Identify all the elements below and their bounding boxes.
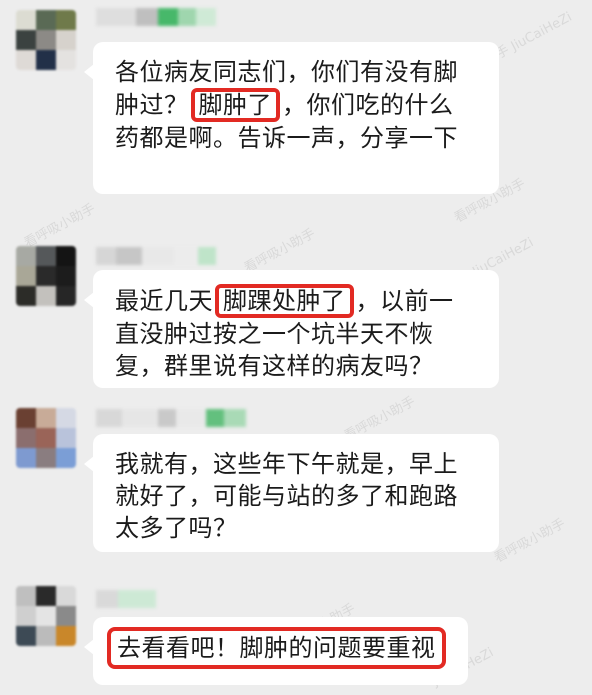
sender-name (96, 8, 216, 26)
highlighted-text: 去看看吧！脚肿的问题要重视 (107, 627, 446, 669)
avatar[interactable] (16, 586, 76, 646)
sender-name (96, 247, 216, 265)
avatar[interactable] (16, 10, 76, 70)
message-bubble[interactable]: 最近几天 脚踝处肿了 ，以前一直没肿过按之一个坑半天不恢复，群里说有这样的病友吗？ (84, 270, 499, 388)
message-text: 我就有，这些年下午就是，早上就好了，可能与站的多了和跑路太多了吗？ (115, 450, 458, 542)
watermark: 看呼吸小助手 (21, 201, 98, 252)
sender-name (96, 409, 246, 427)
watermark: 看呼吸小助手 (491, 516, 568, 567)
avatar[interactable] (16, 246, 76, 306)
message-bubble[interactable]: 去看看吧！脚肿的问题要重视 (84, 617, 468, 685)
message-bubble[interactable]: 我就有，这些年下午就是，早上就好了，可能与站的多了和跑路太多了吗？ (84, 434, 499, 552)
chat-conversation: 看呼吸小助手 JiuCaiHeZi 看呼吸小助手 JiuCaiHeZi 看呼吸小… (0, 0, 592, 695)
watermark: 看呼吸小助手 (241, 226, 318, 277)
highlighted-text: 脚肿了 (190, 88, 280, 122)
message-text: 最近几天 (115, 287, 213, 315)
highlighted-text: 脚踝处肿了 (215, 284, 354, 318)
message-bubble[interactable]: 各位病友同志们，你们有没有脚肿过？ 脚肿了 ，你们吃的什么药都是啊。告诉一声，分享一… (84, 42, 499, 194)
sender-name (96, 590, 156, 608)
avatar[interactable] (16, 408, 76, 468)
